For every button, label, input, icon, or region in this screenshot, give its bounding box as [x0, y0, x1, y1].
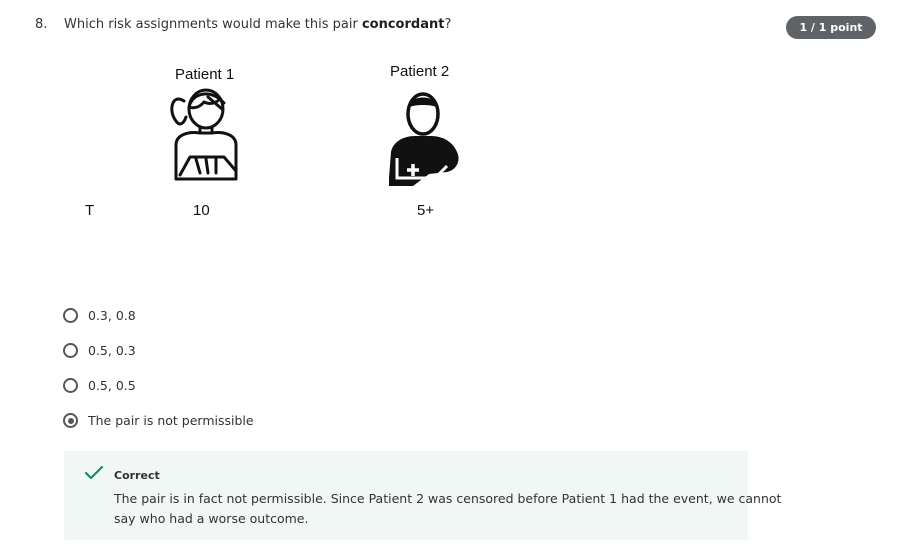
patient2-label: Patient 2 — [390, 63, 450, 80]
question-number: 8. — [35, 17, 48, 32]
patient2-time: 5+ — [417, 202, 435, 219]
option-label: 0.5, 0.3 — [88, 343, 136, 358]
points-badge: 1 / 1 point — [786, 16, 876, 39]
radio-button-selected[interactable] — [63, 413, 78, 428]
radio-button[interactable] — [63, 343, 78, 358]
feedback-text: The pair is in fact not permissible. Sin… — [114, 491, 782, 526]
feedback-status: Correct — [114, 469, 160, 482]
option-2[interactable]: 0.5, 0.3 — [63, 333, 254, 368]
option-label: 0.3, 0.8 — [88, 308, 136, 323]
radio-button[interactable] — [63, 308, 78, 323]
option-label: 0.5, 0.5 — [88, 378, 136, 393]
row-label-t: T — [85, 202, 95, 219]
option-1[interactable]: 0.3, 0.8 — [63, 298, 254, 333]
feedback-panel: Correct The pair is in fact not permissi… — [64, 451, 781, 540]
patient1-time: 10 — [193, 202, 210, 219]
option-3[interactable]: 0.5, 0.5 — [63, 368, 254, 403]
patient-female-icon — [170, 88, 238, 181]
option-label: The pair is not permissible — [88, 413, 254, 428]
question-text: Which risk assignments would make this p… — [64, 17, 452, 32]
answer-options: 0.3, 0.8 0.5, 0.3 0.5, 0.5 The pair is n… — [63, 298, 254, 438]
patient-male-icon — [389, 92, 459, 186]
checkmark-icon — [84, 465, 104, 480]
option-4[interactable]: The pair is not permissible — [63, 403, 254, 438]
radio-button[interactable] — [63, 378, 78, 393]
patient1-label: Patient 1 — [175, 66, 235, 83]
